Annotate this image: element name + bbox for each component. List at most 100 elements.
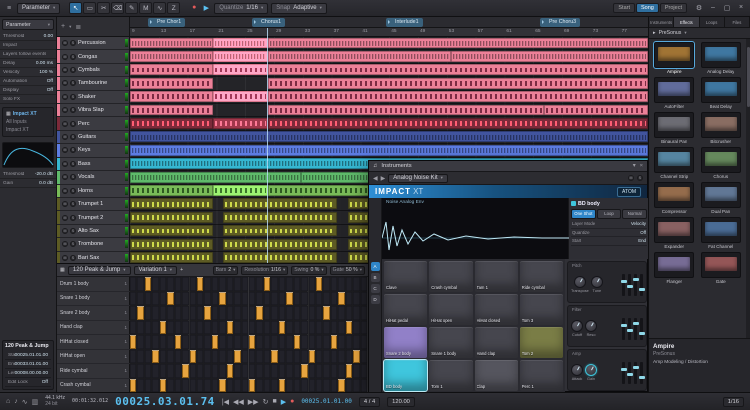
- pattern-step[interactable]: [271, 349, 278, 363]
- pattern-step[interactable]: [204, 335, 211, 349]
- page-button-start[interactable]: Start: [613, 3, 636, 13]
- pattern-step[interactable]: [204, 306, 211, 320]
- audio-icon[interactable]: ∿: [22, 398, 28, 406]
- home-icon[interactable]: ⌂: [6, 398, 10, 406]
- pattern-step[interactable]: [360, 364, 367, 378]
- pattern-step[interactable]: [249, 306, 256, 320]
- pattern-step[interactable]: [211, 335, 219, 349]
- pattern-step[interactable]: [330, 291, 338, 305]
- pattern-step[interactable]: [137, 335, 144, 349]
- snap-combo[interactable]: Snap Adaptive ▾: [271, 2, 327, 14]
- browser-tab-effects[interactable]: Effects: [674, 17, 700, 27]
- pattern-step[interactable]: [204, 378, 211, 392]
- track-header[interactable]: M S Trumpet 2: [57, 211, 129, 225]
- pattern-step[interactable]: [226, 306, 234, 320]
- inspector-row[interactable]: Display Off: [0, 86, 56, 95]
- pattern-step[interactable]: [219, 306, 226, 320]
- track-header[interactable]: M S Alto Sax: [57, 224, 129, 239]
- pattern-step[interactable]: [308, 277, 315, 291]
- track-header[interactable]: M S Congas: [57, 50, 129, 64]
- clip[interactable]: [130, 144, 648, 156]
- pattern-step[interactable]: [286, 378, 293, 392]
- impact-pad[interactable]: Tom 1: [429, 360, 473, 391]
- track-mute-button[interactable]: M: [62, 241, 68, 248]
- close-icon[interactable]: ×: [640, 163, 643, 169]
- play-button[interactable]: ▶: [281, 398, 286, 406]
- pattern-step[interactable]: [234, 364, 241, 378]
- pattern-step[interactable]: [345, 335, 353, 349]
- marker[interactable]: Interlude1: [386, 18, 423, 27]
- pattern-step[interactable]: [256, 277, 263, 291]
- pad-bank-c[interactable]: C: [370, 284, 380, 293]
- pattern-step[interactable]: [308, 306, 315, 320]
- sample-mode-button[interactable]: Loop: [596, 209, 622, 219]
- effect-tile[interactable]: Bitcrusher: [699, 112, 744, 144]
- pattern-step[interactable]: [211, 320, 219, 334]
- maximize-icon[interactable]: ▢: [722, 4, 732, 12]
- track-mute-button[interactable]: M: [62, 53, 68, 60]
- browser-tab-files[interactable]: Files: [724, 17, 750, 27]
- pattern-step[interactable]: [323, 277, 330, 291]
- pattern-step[interactable]: [263, 378, 271, 392]
- clip[interactable]: [130, 211, 213, 223]
- pattern-step[interactable]: [338, 277, 345, 291]
- track-mute-button[interactable]: M: [62, 160, 68, 167]
- playhead[interactable]: [267, 28, 268, 263]
- pattern-step[interactable]: [308, 291, 315, 305]
- track-header[interactable]: M S Trombone: [57, 238, 129, 252]
- pattern-step[interactable]: [293, 306, 301, 320]
- pattern-step[interactable]: [249, 364, 256, 378]
- sample-mode-button[interactable]: Normal: [622, 209, 648, 219]
- pattern-step[interactable]: [315, 291, 323, 305]
- page-button-project[interactable]: Project: [659, 3, 687, 13]
- impact-pad[interactable]: Ride cymbal: [519, 261, 563, 292]
- track-solo-button[interactable]: S: [70, 174, 76, 181]
- track-mute-button[interactable]: M: [62, 107, 68, 114]
- pattern-step[interactable]: [249, 320, 256, 334]
- impact-pad[interactable]: HiHat pedal: [384, 294, 428, 325]
- envelope-slider[interactable]: [626, 317, 633, 340]
- pattern-step[interactable]: [353, 306, 360, 320]
- forward-button[interactable]: ▶▶: [248, 398, 259, 406]
- pattern-step[interactable]: [137, 306, 144, 320]
- pattern-step[interactable]: [234, 291, 241, 305]
- track-solo-button[interactable]: S: [70, 53, 76, 60]
- pattern-row-label[interactable]: Drum 1 body 1: [57, 277, 130, 292]
- arrow-tool-icon[interactable]: ↖: [69, 2, 83, 14]
- effect-tile[interactable]: Chorus: [699, 147, 744, 179]
- track-mute-button[interactable]: M: [62, 93, 68, 100]
- pattern-step[interactable]: [234, 349, 241, 363]
- pattern-step[interactable]: [353, 335, 360, 349]
- track-header[interactable]: M S Guitars: [57, 130, 129, 145]
- pattern-step[interactable]: [167, 291, 174, 305]
- pattern-step[interactable]: [189, 335, 196, 349]
- track-header[interactable]: M S Vocals: [57, 171, 129, 185]
- track-solo-button[interactable]: S: [70, 187, 76, 194]
- clip[interactable]: [267, 37, 648, 49]
- pattern-step[interactable]: [323, 364, 330, 378]
- pattern-step[interactable]: [249, 291, 256, 305]
- pattern-step[interactable]: [323, 349, 330, 363]
- pattern-step[interactable]: [211, 291, 219, 305]
- pattern-step[interactable]: [144, 291, 152, 305]
- track-solo-button[interactable]: S: [70, 120, 76, 127]
- pattern-step[interactable]: [308, 378, 315, 392]
- clip[interactable]: [130, 104, 213, 116]
- track-mute-button[interactable]: M: [62, 227, 68, 234]
- instrument-input[interactable]: All Inputs: [6, 118, 50, 126]
- track-solo-button[interactable]: S: [70, 160, 76, 167]
- pattern-step[interactable]: [308, 349, 315, 363]
- track-header[interactable]: M S Percussion: [57, 37, 129, 51]
- pattern-step[interactable]: [226, 364, 234, 378]
- menu-icon[interactable]: ≡: [4, 5, 14, 12]
- impact-pad[interactable]: Snare 2 body: [384, 327, 428, 358]
- pattern-step[interactable]: [338, 349, 345, 363]
- pattern-name-combo[interactable]: 120 Peak & Jump ▾: [67, 265, 131, 275]
- pattern-step[interactable]: [345, 291, 353, 305]
- pattern-step[interactable]: [360, 277, 367, 291]
- pattern-step[interactable]: [182, 306, 189, 320]
- pattern-step[interactable]: [152, 277, 159, 291]
- pattern-step[interactable]: [174, 349, 182, 363]
- envelope-slider[interactable]: [638, 317, 645, 340]
- pattern-step[interactable]: [330, 306, 338, 320]
